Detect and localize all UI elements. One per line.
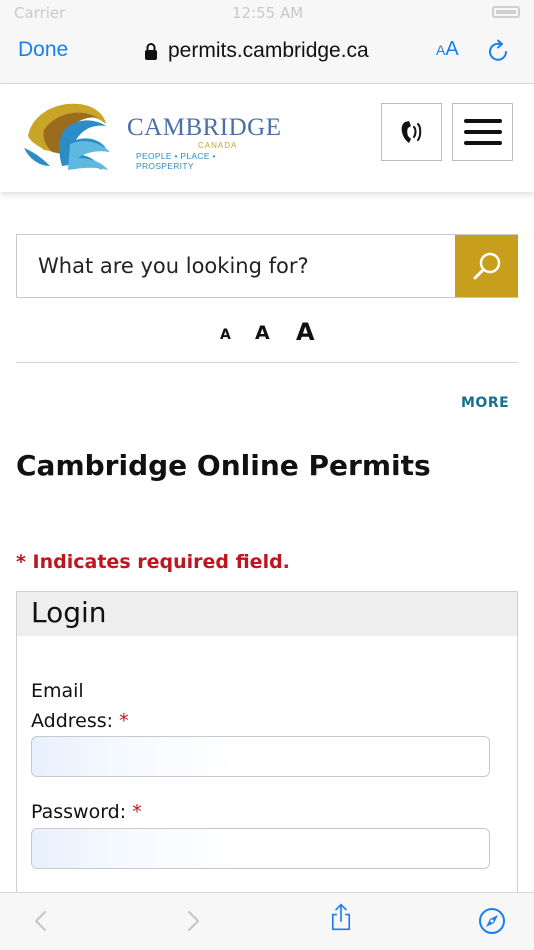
logo-tagline: PEOPLE • PLACE • PROSPERITY: [136, 151, 216, 171]
required-field-note: * Indicates required field.: [16, 551, 290, 573]
text-size-controls: A A A: [0, 316, 534, 350]
page-title: Cambridge Online Permits: [16, 449, 431, 482]
phone-icon: [401, 121, 421, 143]
more-link[interactable]: MORE: [461, 395, 509, 411]
share-icon[interactable]: [327, 903, 355, 931]
site-header: CAMBRIDGE CANADA PEOPLE • PLACE • PROSPE…: [0, 84, 534, 192]
back-icon[interactable]: [28, 907, 56, 935]
compass-icon[interactable]: [478, 907, 506, 935]
cambridge-logo[interactable]: CAMBRIDGE CANADA PEOPLE • PLACE • PROSPE…: [22, 100, 281, 174]
text-size-button[interactable]: AA: [436, 38, 459, 61]
password-label: Password: *: [31, 801, 142, 823]
lock-icon: [145, 43, 157, 60]
email-label: Email Address: *: [31, 680, 129, 732]
search-box: [16, 234, 518, 298]
battery-icon: [492, 6, 520, 18]
required-star: *: [119, 710, 129, 732]
logo-name: CAMBRIDGE: [127, 114, 282, 141]
text-size-large[interactable]: A: [296, 318, 315, 346]
login-title: Login: [31, 596, 107, 629]
password-field[interactable]: [31, 828, 490, 869]
menu-button[interactable]: [452, 103, 513, 161]
login-header: Login: [17, 592, 517, 636]
address-bar[interactable]: permits.cambridge.ca: [144, 36, 369, 66]
login-panel: Login Email Address: * Password: *: [16, 591, 518, 901]
logo-country: CANADA: [198, 141, 238, 150]
text-size-medium[interactable]: A: [255, 322, 270, 344]
search-icon: [473, 252, 500, 280]
done-button[interactable]: Done: [18, 38, 68, 62]
carrier-label: Carrier: [14, 4, 66, 22]
email-field[interactable]: [31, 736, 490, 777]
wave-logo-icon: [24, 103, 110, 170]
page: Carrier 12:55 AM Done permits.cambridge.…: [0, 0, 534, 950]
divider: [16, 362, 518, 363]
hamburger-menu-icon: [463, 119, 502, 145]
reload-icon[interactable]: [487, 39, 511, 63]
phone-button[interactable]: [381, 103, 442, 161]
browser-bottom-bar: [0, 892, 534, 950]
search-button[interactable]: [455, 235, 518, 297]
required-star: *: [132, 801, 142, 823]
status-bar: Carrier 12:55 AM: [0, 0, 534, 26]
browser-top-bar: Done permits.cambridge.ca AA: [0, 26, 534, 84]
forward-icon[interactable]: [178, 907, 206, 935]
clock: 12:55 AM: [232, 4, 304, 22]
search-input[interactable]: [17, 235, 454, 297]
text-size-small[interactable]: A: [220, 327, 231, 343]
url-text: permits.cambridge.ca: [168, 39, 369, 62]
